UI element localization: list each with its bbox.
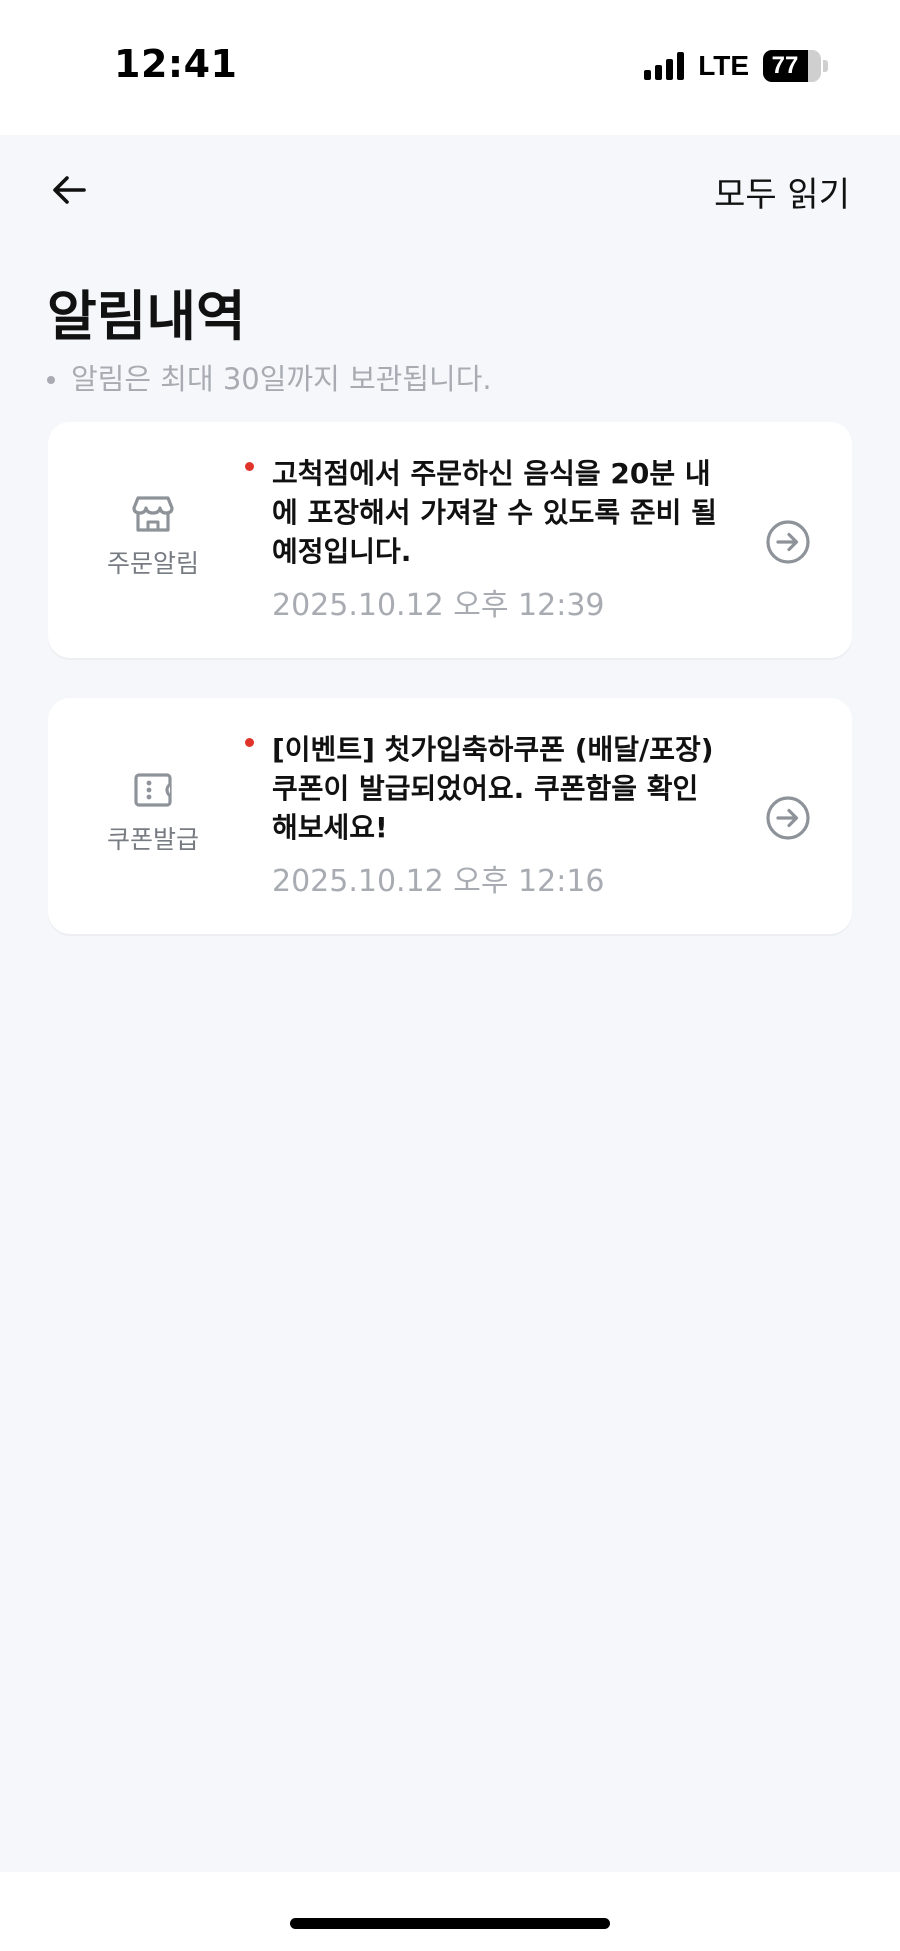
unread-dot — [245, 738, 254, 747]
retention-note-text: 알림은 최대 30일까지 보관됩니다. — [71, 362, 492, 396]
message-line: [이벤트] 첫가입축하쿠폰 (배달/포장) — [272, 733, 714, 766]
retention-note: 알림은 최대 30일까지 보관됩니다. — [47, 356, 492, 398]
notification-category: 쿠폰발급 — [98, 770, 208, 856]
status-bar: 12:41 LTE 77 — [0, 0, 900, 135]
arrow-left-icon — [53, 176, 86, 204]
message-line: 쿠폰이 발급되었어요. 쿠폰함을 확인 — [272, 772, 699, 805]
signal-strength-icon — [644, 52, 685, 80]
battery-percent: 77 — [771, 52, 799, 79]
message-line: 해보세요! — [272, 811, 388, 844]
battery-icon: 77 — [763, 50, 821, 82]
back-button[interactable] — [44, 165, 94, 215]
category-label: 쿠폰발급 — [106, 825, 199, 854]
status-indicators: LTE 77 — [644, 48, 828, 84]
unread-dot — [245, 462, 254, 471]
notification-card[interactable]: 주문알림 고척점에서 주문하신 음식을 20분 내 에 포장해서 가져갈 수 있… — [48, 422, 852, 658]
bullet-dot — [47, 376, 55, 384]
home-indicator[interactable] — [290, 1918, 610, 1929]
notification-category: 주문알림 — [98, 494, 208, 580]
category-label: 주문알림 — [106, 549, 199, 578]
notification-message: [이벤트] 첫가입축하쿠폰 (배달/포장) 쿠폰이 발급되었어요. 쿠폰함을 확… — [272, 730, 792, 847]
read-all-button[interactable]: 모두 읽기 — [714, 167, 850, 216]
arrow-circle-right-icon[interactable] — [764, 794, 812, 842]
ticket-icon — [134, 773, 172, 807]
message-line: 고척점에서 주문하신 음식을 20분 내 — [272, 457, 711, 490]
notification-card[interactable]: 쿠폰발급 [이벤트] 첫가입축하쿠폰 (배달/포장) 쿠폰이 발급되었어요. 쿠… — [48, 698, 852, 934]
battery-cap — [823, 60, 828, 72]
home-indicator-area — [0, 1872, 900, 1951]
nav-bar: 모두 읽기 — [0, 135, 900, 245]
notification-time: 2025.10.12 오후 12:16 — [272, 864, 605, 899]
status-time: 12:41 — [114, 42, 238, 86]
notification-time: 2025.10.12 오후 12:39 — [272, 588, 605, 623]
message-line: 예정입니다. — [272, 535, 412, 568]
notification-message: 고척점에서 주문하신 음식을 20분 내 에 포장해서 가져갈 수 있도록 준비… — [272, 454, 792, 571]
message-line: 에 포장해서 가져갈 수 있도록 준비 될 — [272, 496, 717, 529]
arrow-circle-right-icon[interactable] — [764, 518, 812, 566]
network-type: LTE — [698, 50, 749, 81]
page-title: 알림내역 — [47, 285, 246, 348]
store-icon — [132, 496, 174, 532]
